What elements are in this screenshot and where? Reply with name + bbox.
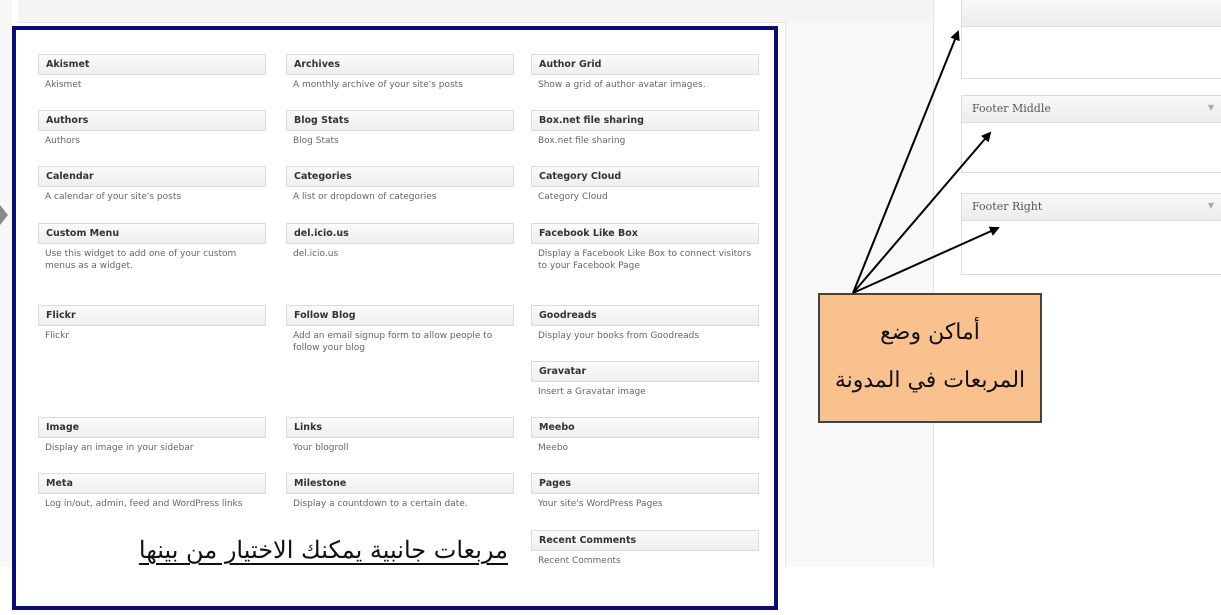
widget-title[interactable]: Goodreads xyxy=(531,305,759,326)
widget-meebo[interactable]: Meebo Meebo xyxy=(531,417,759,454)
chevron-down-icon[interactable]: ▼ xyxy=(1208,201,1214,210)
widget-title[interactable]: Milestone xyxy=(286,473,514,494)
widget-title[interactable]: Custom Menu xyxy=(38,223,266,244)
widget-description: Use this widget to add one of your custo… xyxy=(45,249,237,271)
sidebar-areas-column xyxy=(933,0,1221,567)
widget-description: A monthly archive of your site's posts xyxy=(293,80,463,90)
widget-description: Display an image in your sidebar xyxy=(45,443,194,453)
widget-title[interactable]: Meta xyxy=(38,473,266,494)
available-widgets-panel: Akismet Akismet Archives A monthly archive… xyxy=(12,26,778,610)
widget-description: Meebo xyxy=(538,443,569,453)
widget-links[interactable]: Links Your blogroll xyxy=(286,417,514,454)
widget-description: Blog Stats xyxy=(293,136,339,146)
widget-description: del.icio.us xyxy=(293,249,339,259)
widget-categories[interactable]: Categories A list or dropdown of categori… xyxy=(286,166,514,203)
widget-title[interactable]: Authors xyxy=(38,110,266,131)
footer-right-title: Footer Right xyxy=(972,200,1043,213)
widget-description: Insert a Gravatar image xyxy=(538,387,646,397)
widget-custom-menu[interactable]: Custom Menu Use this widget to add one of… xyxy=(38,223,266,272)
widget-description: Box.net file sharing xyxy=(538,136,626,146)
widgets-caption: مربعات جانبية يمكنك الاختيار من بينها xyxy=(138,536,508,564)
note-line-1: أماكن وضع xyxy=(880,320,980,345)
widget-title[interactable]: Follow Blog xyxy=(286,305,514,326)
widget-title[interactable]: Links xyxy=(286,417,514,438)
widget-author-grid[interactable]: Author Grid Show a grid of author avatar … xyxy=(531,54,759,91)
widget-description: Your blogroll xyxy=(293,443,349,453)
widget-title[interactable]: Box.net file sharing xyxy=(531,110,759,131)
widget-title[interactable]: Pages xyxy=(531,473,759,494)
widget-description: Your site's WordPress Pages xyxy=(538,499,663,509)
widget-title[interactable]: Gravatar xyxy=(531,361,759,382)
widget-description: Add an email signup form to allow people… xyxy=(293,331,493,353)
widget-description: A list or dropdown of categories xyxy=(293,192,437,202)
footer-middle-area[interactable]: Footer Middle ▼ xyxy=(961,95,1221,173)
widget-image[interactable]: Image Display an image in your sidebar xyxy=(38,417,266,454)
widget-authors[interactable]: Authors Authors xyxy=(38,110,266,147)
widget-description: Category Cloud xyxy=(538,192,608,202)
widget-gravatar[interactable]: Gravatar Insert a Gravatar image xyxy=(531,361,759,398)
widget-facebook-like-box[interactable]: Facebook Like Box Display a Facebook Like… xyxy=(531,223,759,272)
note-line-2: المربعات في المدونة xyxy=(834,368,1026,393)
chevron-down-icon[interactable]: ▼ xyxy=(1208,103,1214,112)
widget-title[interactable]: Recent Comments xyxy=(531,530,759,551)
widget-title[interactable]: Facebook Like Box xyxy=(531,223,759,244)
widget-title[interactable]: Calendar xyxy=(38,166,266,187)
left-strip xyxy=(0,0,12,567)
widget-title[interactable]: Category Cloud xyxy=(531,166,759,187)
widget-title[interactable]: Archives xyxy=(286,54,514,75)
widget-delicious[interactable]: del.icio.us del.icio.us xyxy=(286,223,514,260)
widget-description: Display a Facebook Like Box to connect v… xyxy=(538,249,752,271)
widget-pages[interactable]: Pages Your site's WordPress Pages xyxy=(531,473,759,510)
widget-description: Show a grid of author avatar images. xyxy=(538,80,706,90)
widget-milestone[interactable]: Milestone Display a countdown to a certai… xyxy=(286,473,514,510)
widget-title[interactable]: del.icio.us xyxy=(286,223,514,244)
footer-middle-title: Footer Middle xyxy=(972,102,1051,115)
widget-meta[interactable]: Meta Log in/out, admin, feed and WordPres… xyxy=(38,473,266,510)
widget-description: Recent Comments xyxy=(538,556,621,566)
widget-description: A calendar of your site's posts xyxy=(45,192,182,202)
collapse-arrow-icon[interactable] xyxy=(0,205,8,225)
widget-follow-blog[interactable]: Follow Blog Add an email signup form to a… xyxy=(286,305,514,354)
widget-goodreads[interactable]: Goodreads Display your books from Goodrea… xyxy=(531,305,759,342)
widget-title[interactable]: Author Grid xyxy=(531,54,759,75)
widget-description: Log in/out, admin, feed and WordPress li… xyxy=(45,499,243,509)
widget-akismet[interactable]: Akismet Akismet xyxy=(38,54,266,91)
widget-description: Akismet xyxy=(45,80,82,90)
widget-blog-stats[interactable]: Blog Stats Blog Stats xyxy=(286,110,514,147)
footer-right-area[interactable]: Footer Right ▼ xyxy=(961,193,1221,275)
widget-description: Authors xyxy=(45,136,80,146)
widget-box-net[interactable]: Box.net file sharing Box.net file sharing xyxy=(531,110,759,147)
widget-areas-note: أماكن وضع المربعات في المدونة xyxy=(818,293,1042,423)
widget-category-cloud[interactable]: Category Cloud Category Cloud xyxy=(531,166,759,203)
top-bar xyxy=(18,0,933,23)
footer-left-area[interactable] xyxy=(961,0,1221,79)
widget-title[interactable]: Akismet xyxy=(38,54,266,75)
footer-right-header[interactable]: Footer Right ▼ xyxy=(962,194,1221,221)
widget-title[interactable]: Categories xyxy=(286,166,514,187)
widget-description: Display your books from Goodreads xyxy=(538,331,700,341)
widget-title[interactable]: Image xyxy=(38,417,266,438)
widget-recent-comments[interactable]: Recent Comments Recent Comments xyxy=(531,530,759,567)
widget-title[interactable]: Meebo xyxy=(531,417,759,438)
footer-left-header[interactable] xyxy=(962,0,1221,27)
widget-description: Display a countdown to a certain date. xyxy=(293,499,468,509)
widget-calendar[interactable]: Calendar A calendar of your site's posts xyxy=(38,166,266,203)
widget-archives[interactable]: Archives A monthly archive of your site's… xyxy=(286,54,514,91)
widget-title[interactable]: Flickr xyxy=(38,305,266,326)
widget-description: Flickr xyxy=(45,331,70,341)
widget-title[interactable]: Blog Stats xyxy=(286,110,514,131)
footer-middle-header[interactable]: Footer Middle ▼ xyxy=(962,96,1221,123)
widget-flickr[interactable]: Flickr Flickr xyxy=(38,305,266,342)
